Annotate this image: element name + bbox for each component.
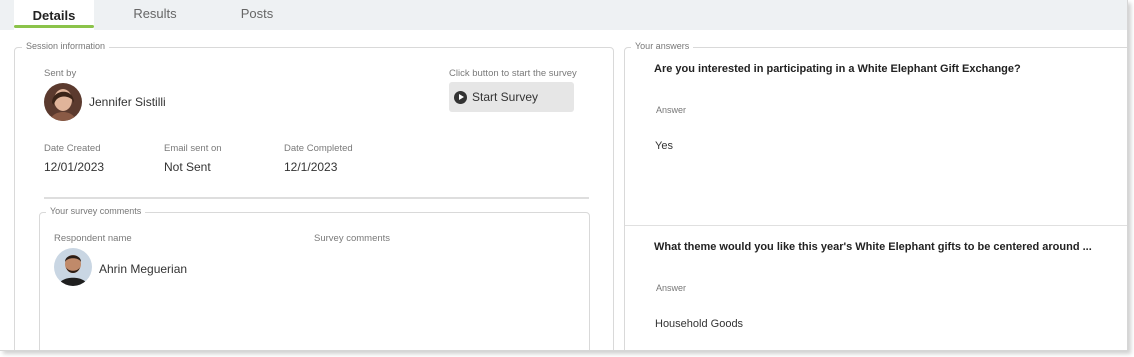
tab-bar: Details Results Posts xyxy=(0,0,1127,30)
tab-posts-label: Posts xyxy=(240,6,274,21)
your-answers-panel: Your answers xyxy=(624,41,1127,350)
session-information-legend: Session information xyxy=(22,41,110,51)
answer-1-value: Yes xyxy=(655,140,673,152)
question-1: Are you interested in participating in a… xyxy=(654,63,1021,75)
your-answers-legend: Your answers xyxy=(631,41,694,51)
answer-2-value: Household Goods xyxy=(655,318,744,330)
date-created-value: 12/01/2023 xyxy=(44,160,105,174)
question-2: What theme would you like this year's Wh… xyxy=(654,241,1092,253)
survey-comments-legend: Your survey comments xyxy=(46,206,146,216)
start-survey-button[interactable]: Start Survey xyxy=(449,82,574,112)
sent-by-label: Sent by xyxy=(44,68,77,79)
survey-detail-window: Details Results Posts Session informatio… xyxy=(0,0,1128,351)
sender-avatar xyxy=(44,83,82,121)
survey-comments-label: Survey comments xyxy=(314,233,391,244)
active-tab-indicator xyxy=(14,25,94,28)
date-completed-value: 12/1/2023 xyxy=(284,160,338,174)
sender-photo xyxy=(44,83,82,121)
respondent-photo xyxy=(54,248,92,286)
date-created-label: Date Created xyxy=(44,143,101,154)
email-sent-value: Not Sent xyxy=(164,160,211,174)
tab-posts[interactable]: Posts xyxy=(225,0,289,30)
respondent-name: Ahrin Meguerian xyxy=(99,262,188,276)
email-sent-label: Email sent on xyxy=(164,143,222,154)
tab-results-label: Results xyxy=(133,6,177,21)
section-divider xyxy=(44,197,589,199)
answer-1-label: Answer xyxy=(656,105,687,115)
start-survey-label: Start Survey xyxy=(472,90,539,104)
respondent-avatar xyxy=(54,248,92,286)
tab-results[interactable]: Results xyxy=(120,0,190,30)
sender-name: Jennifer Sistilli xyxy=(89,95,166,109)
date-completed-label: Date Completed xyxy=(284,143,353,154)
respondent-name-label: Respondent name xyxy=(54,233,132,244)
start-survey-hint: Click button to start the survey xyxy=(449,68,577,79)
answer-divider xyxy=(625,225,1127,226)
play-icon xyxy=(454,90,467,104)
tab-details-label: Details xyxy=(32,8,76,23)
answer-2-label: Answer xyxy=(656,283,687,293)
